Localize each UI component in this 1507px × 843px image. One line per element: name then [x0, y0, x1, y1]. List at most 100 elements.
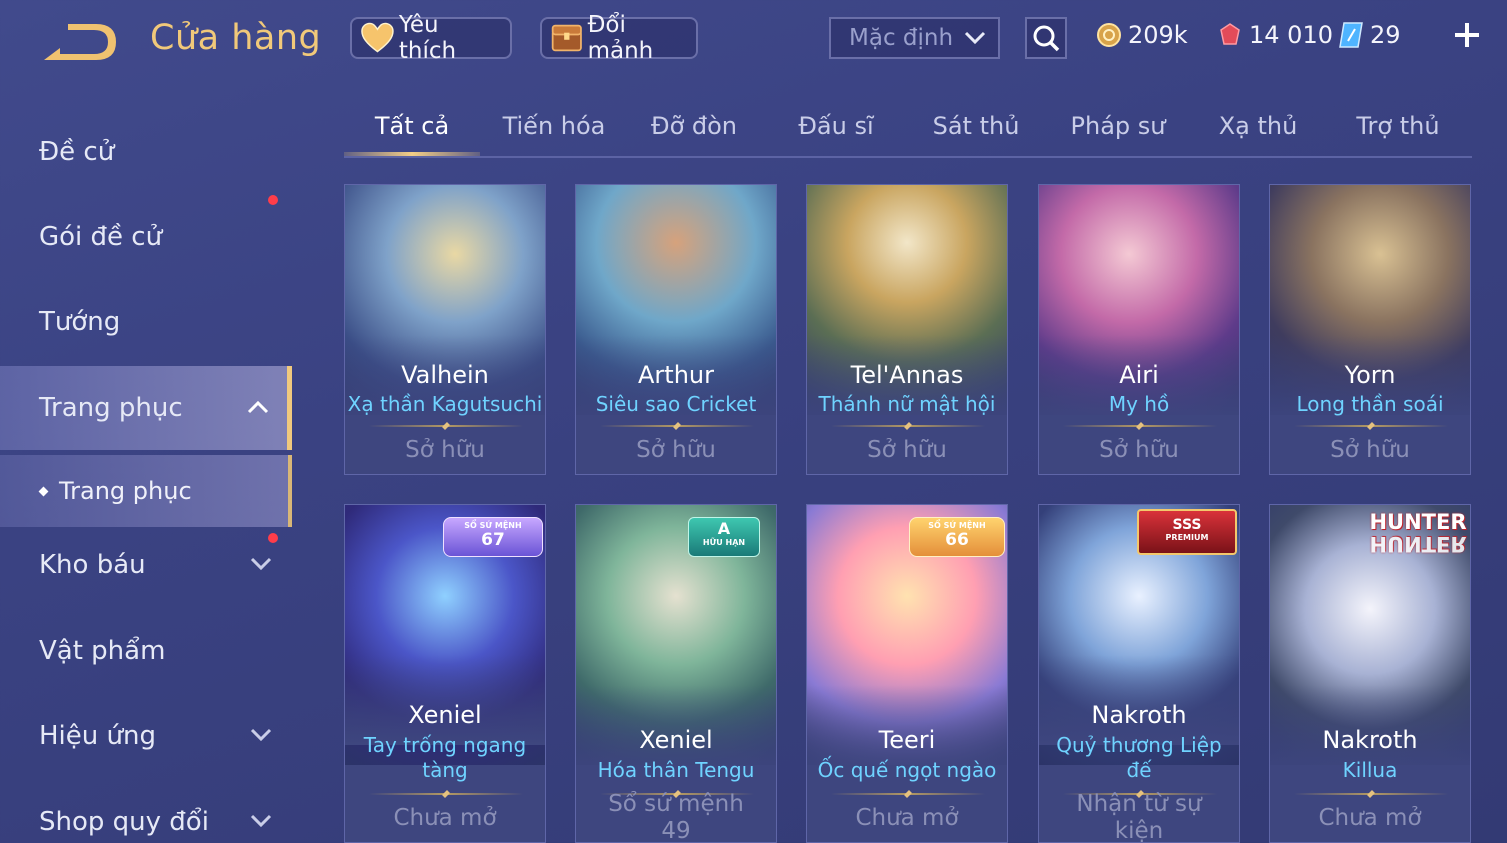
- ruby-amount: 14 010: [1249, 21, 1333, 49]
- skin-card[interactable]: HUNTER HUNTER Nakroth Killua Chưa mở: [1269, 504, 1471, 843]
- hunter-x-hunter-logo: HUNTER HUNTER: [1369, 510, 1467, 556]
- skin-card[interactable]: A HỮU HẠN Xeniel Hóa thân Tengu Sổ sứ mệ…: [575, 504, 777, 843]
- sidebar-item-recommended-bundles[interactable]: Gói đề cử: [0, 195, 292, 279]
- chevron-down-icon: [250, 814, 272, 828]
- skin-card[interactable]: SSS PREMIUM Nakroth Quỷ thương Liệp đế N…: [1038, 504, 1240, 843]
- skin-name: Siêu sao Cricket: [595, 392, 757, 416]
- skin-name: Killua: [1342, 758, 1398, 782]
- heart-icon: [361, 22, 394, 53]
- sidebar-item-recommended[interactable]: Đề cử: [0, 110, 292, 194]
- sidebar-subitem-label: Trang phục: [59, 477, 192, 505]
- ownership-status: Sổ sứ mệnh 49: [608, 791, 744, 843]
- tab-mage[interactable]: Pháp sư: [1048, 112, 1188, 156]
- ownership-status: Chưa mở: [1318, 805, 1422, 831]
- bullet-icon: [38, 486, 49, 496]
- hero-name: Airi: [1119, 361, 1159, 389]
- search-icon: [1033, 25, 1060, 52]
- sidebar-item-label: Hiệu ứng: [39, 721, 156, 751]
- skin-card[interactable]: Airi My hồ Sở hữu: [1038, 184, 1240, 475]
- sort-value: Mặc định: [849, 25, 954, 51]
- skin-card[interactable]: Tel'Annas Thánh nữ mật hội Sở hữu: [806, 184, 1008, 475]
- notification-dot: [268, 195, 278, 205]
- gold-coin-icon: [1097, 23, 1121, 47]
- sidebar-item-effects[interactable]: Hiệu ứng: [0, 694, 292, 778]
- skin-name: Xạ thần Kagutsuchi: [347, 392, 543, 416]
- chevron-down-icon: [250, 557, 272, 571]
- page-title: Cửa hàng: [150, 18, 322, 58]
- divider: [600, 425, 754, 427]
- sidebar-item-label: Vật phẩm: [39, 636, 166, 666]
- sidebar-item-skins[interactable]: Trang phục: [0, 366, 292, 450]
- sidebar-item-label: Shop quy đổi: [39, 807, 209, 837]
- gold-amount: 209k: [1128, 21, 1188, 49]
- skin-card[interactable]: Arthur Siêu sao Cricket Sở hữu: [575, 184, 777, 475]
- tab-support[interactable]: Trợ thủ: [1330, 112, 1466, 156]
- sidebar-item-heroes[interactable]: Tướng: [0, 280, 292, 364]
- skin-card[interactable]: SỔ SỨ MỆNH 66 Teeri Ốc quế ngọt ngào Chư…: [806, 504, 1008, 843]
- tab-fighter[interactable]: Đấu sĩ: [768, 112, 904, 156]
- favorites-label: Yêu thích: [398, 12, 457, 64]
- ownership-status: Sở hữu: [867, 437, 947, 463]
- back-arrow-icon[interactable]: [38, 20, 118, 66]
- ownership-status: Sở hữu: [1330, 437, 1410, 463]
- divider: [1294, 425, 1448, 427]
- sidebar-item-label: Trang phục: [39, 393, 183, 423]
- tab-all[interactable]: Tất cả: [344, 112, 480, 156]
- ownership-status: Chưa mở: [855, 805, 959, 831]
- tab-marksman[interactable]: Xạ thủ: [1190, 112, 1326, 156]
- shard-exchange-label: Đổi mảnh: [587, 12, 654, 64]
- divider: [831, 425, 985, 427]
- sidebar: Đề cử Gói đề cử Tướng Trang phục Trang p…: [0, 105, 292, 843]
- favorites-button[interactable]: Yêu thích: [350, 12, 512, 64]
- sidebar-item-items[interactable]: Vật phẩm: [0, 609, 292, 693]
- divider: [1294, 793, 1448, 795]
- voucher-balance: 29: [1338, 17, 1401, 53]
- sidebar-item-label: Đề cử: [39, 137, 115, 167]
- hero-name: Arthur: [638, 361, 714, 389]
- gold-balance: 209k: [1096, 17, 1188, 53]
- voucher-amount: 29: [1370, 21, 1401, 49]
- sort-dropdown[interactable]: Mặc định: [829, 17, 1000, 59]
- skin-card[interactable]: SỔ SỨ MỆNH 67 Xeniel Tay trống ngang tàn…: [344, 504, 546, 843]
- tab-assassin[interactable]: Sát thủ: [908, 112, 1044, 156]
- divider: [369, 425, 523, 427]
- skin-name: Tay trống ngang tàng: [363, 733, 527, 782]
- divider: [1063, 425, 1217, 427]
- tab-evolution[interactable]: Tiến hóa: [484, 112, 624, 156]
- plus-icon[interactable]: [1452, 20, 1482, 50]
- hero-name: Yorn: [1344, 361, 1396, 389]
- divider: [831, 793, 985, 795]
- sss-premium-badge: SSS PREMIUM: [1137, 509, 1237, 555]
- active-tab-indicator: [344, 152, 480, 156]
- hero-name: Nakroth: [1322, 726, 1418, 754]
- sidebar-item-treasure[interactable]: Kho báu: [0, 523, 292, 607]
- sidebar-item-label: Tướng: [39, 307, 121, 337]
- sidebar-item-exchange-shop[interactable]: Shop quy đổi: [0, 780, 292, 843]
- skin-card[interactable]: Valhein Xạ thần Kagutsuchi Sở hữu: [344, 184, 546, 475]
- hero-name: Nakroth: [1091, 701, 1187, 729]
- mission-book-badge: SỔ SỨ MỆNH 67: [443, 517, 543, 557]
- divider: [369, 793, 523, 795]
- sidebar-item-label: Kho báu: [39, 550, 146, 580]
- skin-name: My hồ: [1108, 392, 1170, 416]
- hero-name: Teeri: [878, 726, 936, 754]
- skin-name: Hóa thân Tengu: [597, 758, 755, 782]
- treasure-chest-icon: [551, 24, 582, 52]
- ruby-icon: [1220, 23, 1240, 45]
- search-button[interactable]: [1025, 17, 1067, 59]
- mission-book-badge: SỔ SỨ MỆNH 66: [909, 517, 1005, 557]
- voucher-icon: [1339, 22, 1363, 48]
- shard-exchange-button[interactable]: Đổi mảnh: [540, 12, 698, 64]
- ownership-status: Sở hữu: [405, 437, 485, 463]
- tab-tank[interactable]: Đỡ đòn: [626, 112, 762, 156]
- skin-name: Long thần soái: [1296, 392, 1444, 416]
- chevron-down-icon: [964, 31, 986, 45]
- sidebar-subitem-skins[interactable]: Trang phục: [0, 455, 292, 527]
- hero-name: Xeniel: [408, 701, 482, 729]
- hero-name: Xeniel: [639, 726, 713, 754]
- skin-card[interactable]: Yorn Long thần soái Sở hữu: [1269, 184, 1471, 475]
- limited-badge: A HỮU HẠN: [688, 517, 760, 557]
- ownership-status: Sở hữu: [1099, 437, 1179, 463]
- chevron-up-icon: [247, 400, 269, 414]
- notification-dot: [268, 533, 278, 543]
